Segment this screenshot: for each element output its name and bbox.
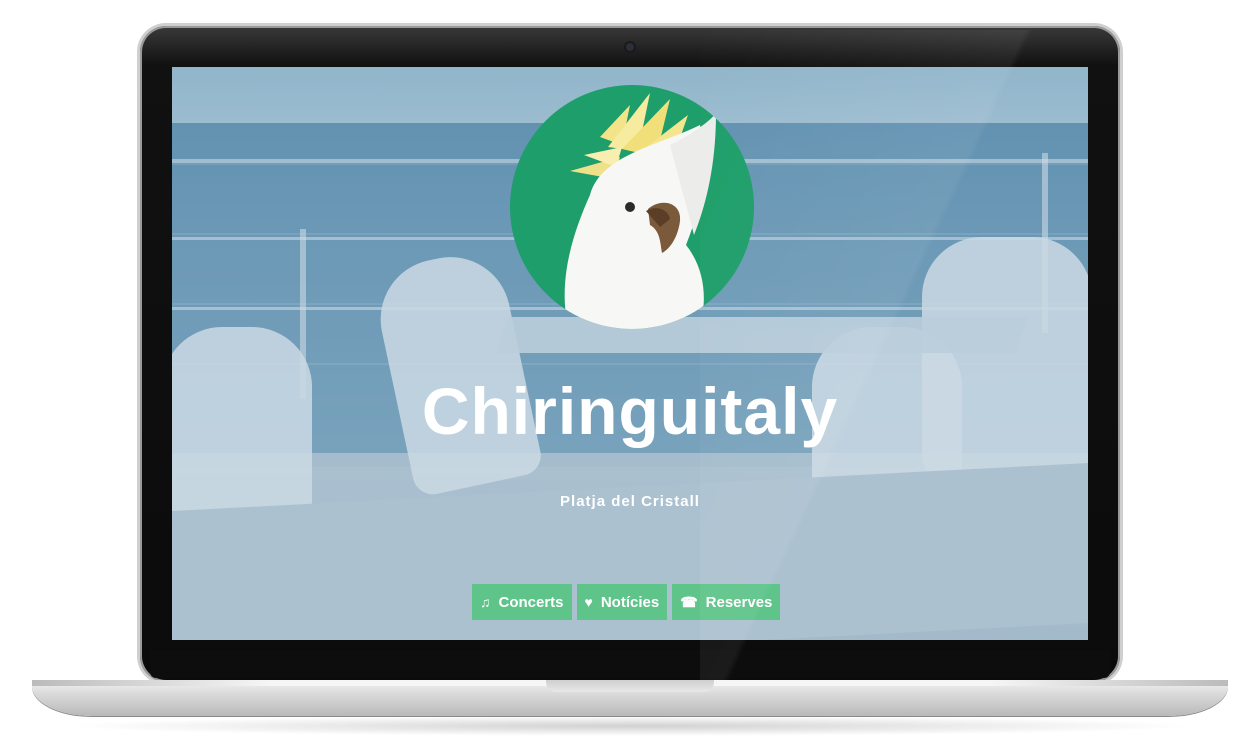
nav-bar: ♫ Concerts ♥ Notícies ☎ Reserves [472, 584, 781, 620]
cockatoo-icon [564, 93, 716, 329]
laptop-bezel-bottom [150, 650, 1110, 678]
laptop-notch [546, 680, 714, 692]
screen: Chiringuitaly Platja del Cristall ♫ Conc… [172, 67, 1088, 640]
concerts-label: Concerts [498, 593, 564, 611]
phone-icon: ☎ [680, 593, 698, 610]
site-subtitle: Platja del Cristall [560, 493, 700, 510]
site-title: Chiringuitaly [421, 374, 839, 448]
device-shadow [60, 716, 1200, 736]
noticies-label: Notícies [600, 593, 660, 611]
camera-icon [626, 43, 634, 51]
heart-icon: ♥ [584, 594, 593, 610]
reserves-button[interactable]: ☎ Reserves [672, 584, 781, 620]
logo[interactable] [510, 85, 754, 329]
noticies-button[interactable]: ♥ Notícies [576, 584, 668, 620]
music-note-icon: ♫ [480, 594, 491, 610]
concerts-button[interactable]: ♫ Concerts [472, 584, 572, 620]
reserves-label: Reserves [705, 593, 773, 611]
